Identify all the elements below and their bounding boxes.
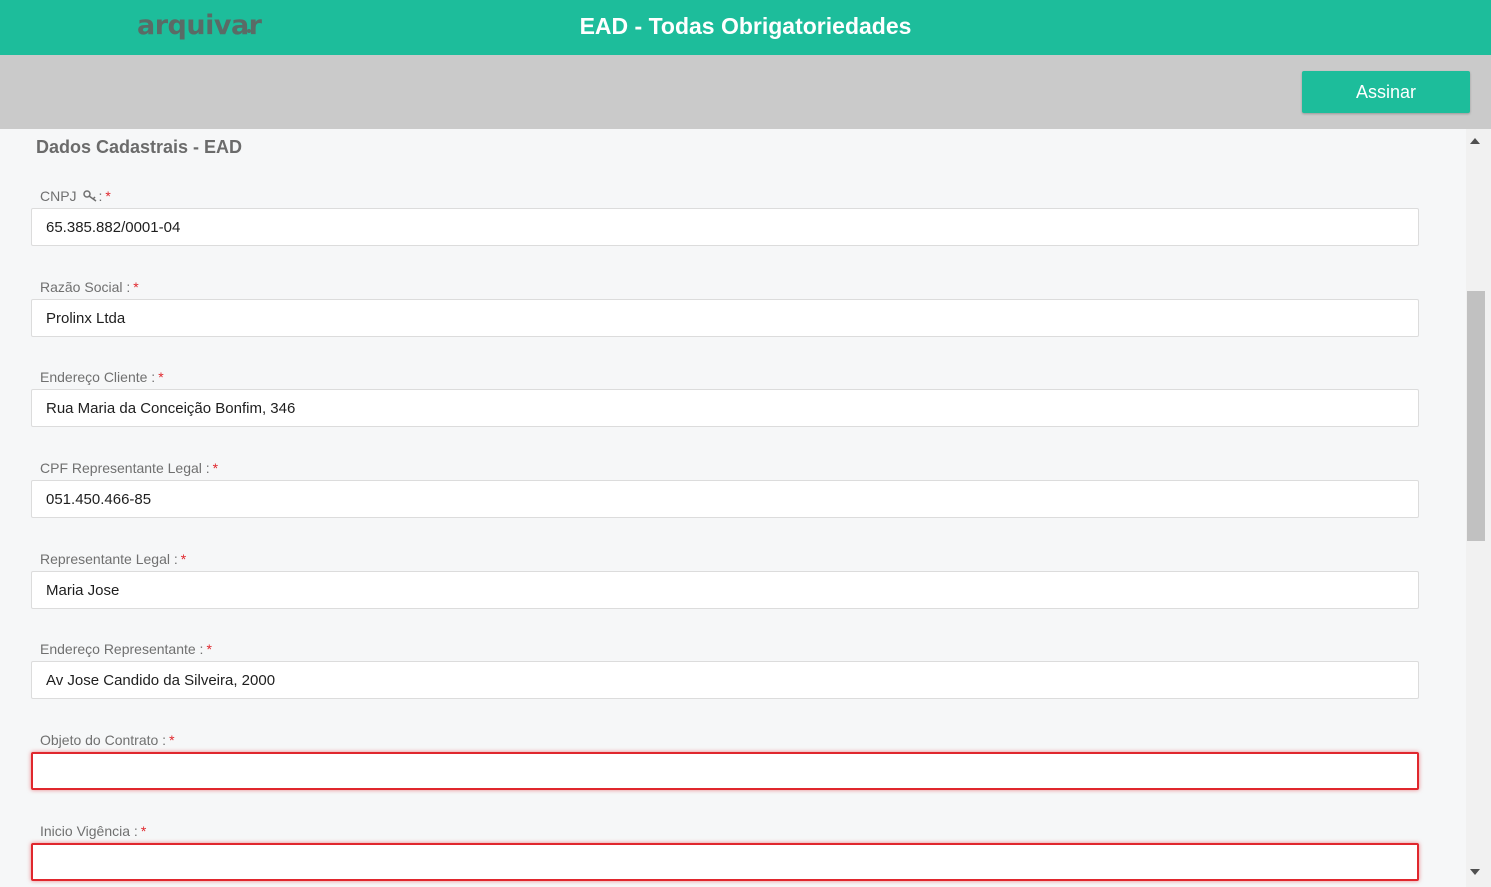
section-title: Dados Cadastrais - EAD	[36, 137, 243, 157]
field-label-text: Objeto do Contrato :	[40, 732, 167, 748]
field-label: Razão Social : *	[40, 279, 1419, 299]
objeto-contrato-input[interactable]	[31, 752, 1419, 790]
field-inicio-vigencia: Inicio Vigência : *	[31, 823, 1419, 881]
scroll-up-arrow-icon[interactable]	[1470, 138, 1480, 144]
field-label: Objeto do Contrato : *	[40, 732, 1419, 752]
key-icon	[83, 190, 97, 202]
sign-button[interactable]: Assinar	[1302, 71, 1470, 113]
field-label-text: Endereço Representante :	[40, 641, 204, 657]
endereco-representante-input[interactable]	[31, 661, 1419, 699]
field-cpf-representante: CPF Representante Legal : *	[31, 460, 1419, 518]
cpf-representante-input[interactable]	[31, 480, 1419, 518]
field-endereco-representante: Endereço Representante : *	[31, 641, 1419, 699]
field-label: Endereço Cliente : *	[40, 369, 1419, 389]
required-asterisk: *	[212, 460, 219, 476]
required-asterisk: *	[158, 369, 164, 385]
representante-legal-input[interactable]	[31, 571, 1419, 609]
field-label-text: CNPJ	[40, 188, 77, 204]
field-representante-legal: Representante Legal : *	[31, 551, 1419, 609]
field-endereco-cliente: Endereço Cliente : *	[31, 369, 1419, 427]
scroll-thumb[interactable]	[1467, 291, 1485, 541]
required-asterisk: *	[206, 641, 212, 657]
field-label: Representante Legal : *	[40, 551, 1419, 571]
field-label-text: Inicio Vigência :	[40, 823, 138, 839]
required-asterisk: *	[180, 551, 187, 567]
field-label: Endereço Representante : *	[40, 641, 1419, 661]
razao-social-input[interactable]	[31, 299, 1419, 337]
field-label-text: Endereço Cliente :	[40, 369, 156, 385]
field-label-suffix: :	[98, 188, 103, 204]
vertical-scrollbar[interactable]	[1466, 129, 1491, 887]
field-label-text: Representante Legal :	[40, 551, 178, 567]
field-label-text: CPF Representante Legal :	[40, 460, 210, 476]
field-objeto-contrato: Objeto do Contrato : *	[31, 732, 1419, 790]
required-asterisk: *	[105, 188, 111, 204]
scroll-down-arrow-icon[interactable]	[1470, 869, 1480, 875]
field-label: CPF Representante Legal : *	[40, 460, 1419, 480]
field-label-text: Razão Social :	[40, 279, 131, 295]
inicio-vigencia-input[interactable]	[31, 843, 1419, 881]
required-asterisk: *	[140, 823, 147, 839]
action-toolbar: Assinar	[0, 55, 1491, 129]
field-label: CNPJ : *	[40, 188, 1419, 208]
field-razao-social: Razão Social : *	[31, 279, 1419, 337]
page-title: EAD - Todas Obrigatoriedades	[579, 13, 912, 39]
required-asterisk: *	[133, 279, 139, 295]
cnpj-input[interactable]	[31, 208, 1419, 246]
endereco-cliente-input[interactable]	[31, 389, 1419, 427]
field-label: Inicio Vigência : *	[40, 823, 1419, 843]
form-panel: Dados Cadastrais - EAD CNPJ :* Razão Soc…	[0, 129, 1466, 887]
field-cnpj: CNPJ : *	[31, 188, 1419, 246]
app-header: arquivar EAD - Todas Obrigatoriedades	[0, 0, 1491, 55]
required-asterisk: *	[169, 732, 175, 748]
